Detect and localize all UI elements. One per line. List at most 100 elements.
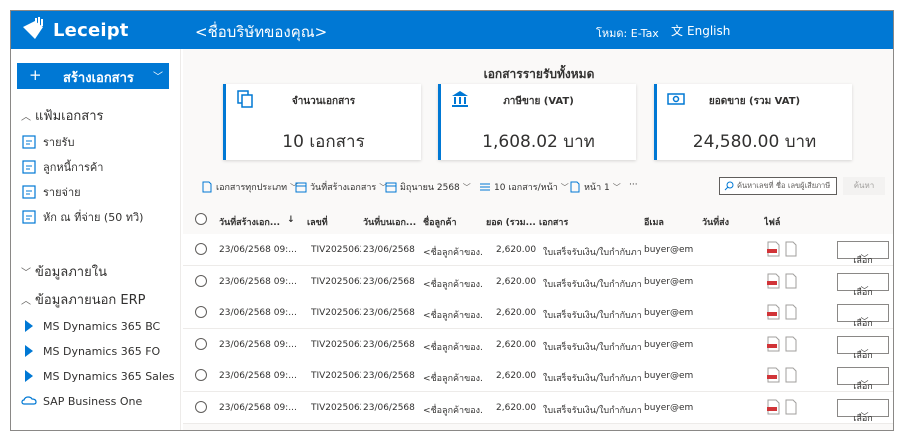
sidebar-item-expenses[interactable]: รายจ่าย: [21, 183, 81, 201]
document-icon: [22, 160, 36, 174]
sort-desc-icon[interactable]: ↓: [287, 215, 295, 225]
column-header-number[interactable]: เลขที่: [307, 215, 328, 229]
sidebar-item-income[interactable]: รายรับ: [21, 133, 74, 151]
row-select-radio[interactable]: [195, 306, 207, 318]
plus-icon: +: [29, 66, 42, 84]
table-row[interactable]: 23/06/2568 09:... TIV2025062:23/06/2568 <ช…: [183, 360, 893, 392]
xml-file-icon[interactable]: [785, 399, 797, 415]
create-document-button[interactable]: + สร้างเอกสาร ﹀: [17, 63, 169, 89]
mode-link[interactable]: โหมด: E-Tax: [596, 24, 659, 42]
xml-file-icon[interactable]: [785, 336, 797, 352]
row-select-radio[interactable]: [195, 369, 207, 381]
cell-document: ใบเสร็จรับเงิน/ใบกำกับภาษี: [543, 374, 641, 384]
search-button[interactable]: ค้นหา: [843, 177, 885, 195]
doc-type-filter[interactable]: เอกสารทุกประเภท ﹀: [201, 180, 298, 194]
row-select-button[interactable]: เลือก ﹀: [837, 304, 889, 329]
sidebar-item-withholding[interactable]: หัก ณ ที่จ่าย (50 ทวิ): [21, 208, 143, 226]
sidebar-item-dynamics-bc[interactable]: MS Dynamics 365 BC: [21, 317, 160, 335]
dynamics-icon: [25, 345, 33, 357]
language-switch[interactable]: 文 English: [671, 22, 730, 39]
dynamics-icon: [25, 320, 33, 332]
cell-customer: <ชื่อลูกค้าของ...: [423, 248, 483, 258]
table-row[interactable]: 23/06/2568 09:... TIV2025062:23/06/2568 <ช…: [183, 234, 893, 266]
pdf-file-icon[interactable]: [767, 336, 780, 352]
dynamics-icon: [25, 370, 33, 382]
chevron-down-icon: ﹀: [153, 72, 163, 83]
row-select-button[interactable]: เลือก ﹀: [837, 241, 889, 266]
sidebar-item-label: ลูกหนี้การค้า: [43, 161, 104, 174]
row-select-radio[interactable]: [195, 400, 207, 413]
table-row[interactable]: 23/06/2568 09:... TIV2025062:23/06/2568 <ช…: [183, 391, 893, 424]
column-header-customer[interactable]: ชื่อลูกค้า: [423, 215, 457, 229]
app-window: Leceipt <ชื่อบริษัทของคุณ> โหมด: E-Tax 文…: [10, 10, 894, 431]
page-selector[interactable]: หน้า 1 ﹀: [569, 180, 621, 194]
table-row[interactable]: 23/06/2568 09:... TIV2025062:23/06/2568 <ช…: [183, 328, 893, 361]
cell-number: TIV2025062:: [311, 245, 361, 255]
table-header: วันที่สร้างเอก... ↓ เลขที่ วันที่บนเอก..…: [183, 210, 893, 234]
column-header-doc-date[interactable]: วันที่บนเอก...: [363, 215, 416, 229]
chevron-down-icon: ﹀: [860, 411, 869, 421]
date-type-filter[interactable]: วันที่สร้างเอกสาร ﹀: [295, 180, 387, 194]
doc-type-label: เอกสารทุกประเภท: [216, 183, 288, 193]
sidebar-item-dynamics-fo[interactable]: MS Dynamics 365 FO: [21, 342, 160, 360]
filter-toolbar: เอกสารทุกประเภท ﹀ วันที่สร้างเอกสาร ﹀ มิถุ…: [183, 174, 893, 198]
column-header-sent-date[interactable]: วันที่ส่ง: [702, 215, 729, 229]
translate-icon: 文: [671, 24, 684, 38]
table-row[interactable]: 23/06/2568 09:... TIV2025062:23/06/2568 <ช…: [183, 265, 893, 298]
sidebar-item-label: MS Dynamics 365 FO: [43, 344, 161, 358]
leceipt-logo-icon: [23, 17, 43, 39]
row-select-button[interactable]: เลือก ﹀: [837, 272, 889, 298]
internal-data-section[interactable]: ﹀ ข้อมูลภายใน: [21, 261, 107, 282]
row-select-radio[interactable]: [195, 337, 207, 350]
pdf-file-icon[interactable]: [767, 273, 780, 289]
app-name: Leceipt: [53, 20, 129, 41]
xml-file-icon[interactable]: [785, 304, 797, 320]
cloud-icon: [21, 396, 37, 405]
chevron-down-icon: ﹀: [860, 317, 869, 326]
pdf-file-icon[interactable]: [767, 304, 780, 320]
document-icon: [202, 181, 212, 193]
column-header-total[interactable]: ยอด (รวม...: [486, 215, 536, 229]
chevron-down-icon: ﹀: [560, 182, 569, 192]
cell-customer: <ชื่อลูกค้าของ...: [423, 405, 483, 416]
sidebar-item-receivables[interactable]: ลูกหนี้การค้า: [21, 158, 103, 176]
sidebar-item-sap[interactable]: SAP Business One: [21, 392, 142, 410]
pdf-file-icon[interactable]: [767, 241, 780, 257]
cell-document: ใบเสร็จรับเงิน/ใบกำกับภาษี: [543, 311, 641, 321]
summary-card-sales: ยอดขาย (รวม VAT) 24,580.00 บาท: [654, 84, 852, 160]
row-select-radio[interactable]: [195, 243, 207, 255]
more-options-button[interactable]: ···: [629, 180, 638, 190]
summary-card-vat: ภาษีขาย (VAT) 1,608.02 บาท: [438, 84, 636, 160]
sidebar: + สร้างเอกสาร ﹀ ︿ แฟ้มเอกสาร รายรับ ลูกหน…: [11, 49, 181, 430]
search-input[interactable]: ค้นหาเลขที่ ชื่อ เลขผู้เสียภาษี: [719, 177, 837, 195]
row-select-radio[interactable]: [195, 274, 207, 287]
cell-doc-date: 23/06/2568: [363, 402, 415, 413]
row-select-button[interactable]: เลือก ﹀: [837, 398, 889, 424]
pdf-file-icon[interactable]: [767, 367, 780, 383]
page-size-filter[interactable]: 10 เอกสาร/หน้า ﹀: [479, 180, 569, 194]
cell-total: 2,620.00: [496, 371, 537, 381]
sidebar-item-dynamics-sales[interactable]: MS Dynamics 365 Sales: [21, 367, 174, 385]
xml-file-icon[interactable]: [785, 367, 797, 383]
row-select-button[interactable]: เลือก ﹀: [837, 367, 889, 392]
month-filter[interactable]: มิถุนายน 2568 ﹀: [385, 180, 471, 194]
table-row[interactable]: 23/06/2568 09:... TIV2025062:23/06/2568 <ช…: [183, 297, 893, 329]
folders-section[interactable]: ︿ แฟ้มเอกสาร: [21, 105, 104, 126]
column-header-document[interactable]: เอกสาร: [539, 215, 568, 229]
select-all-radio[interactable]: [195, 213, 207, 225]
page-size-label: 10 เอกสาร/หน้า: [494, 183, 558, 193]
company-name[interactable]: <ชื่อบริษัทของคุณ>: [195, 20, 327, 44]
xml-file-icon[interactable]: [785, 273, 797, 289]
app-logo[interactable]: Leceipt: [21, 17, 141, 43]
erp-section[interactable]: ︿ ข้อมูลภายนอก ERP: [21, 289, 146, 310]
xml-file-icon[interactable]: [785, 241, 797, 257]
date-type-label: วันที่สร้างเอกสาร: [310, 183, 377, 193]
chevron-down-icon: ﹀: [462, 182, 471, 192]
card-value: 10 เอกสาร: [282, 132, 365, 152]
pdf-file-icon[interactable]: [767, 399, 780, 415]
column-header-created[interactable]: วันที่สร้างเอก...: [219, 215, 280, 229]
row-select-button[interactable]: เลือก ﹀: [837, 335, 889, 361]
main-content: เอกสารรายรับทั้งหมด จำนวนเอกสาร 10 เอกสา…: [183, 49, 893, 430]
cell-document: ใบเสร็จรับเงิน/ใบกำกับภาษี: [543, 248, 641, 258]
column-header-email[interactable]: อีเมล: [644, 215, 664, 229]
